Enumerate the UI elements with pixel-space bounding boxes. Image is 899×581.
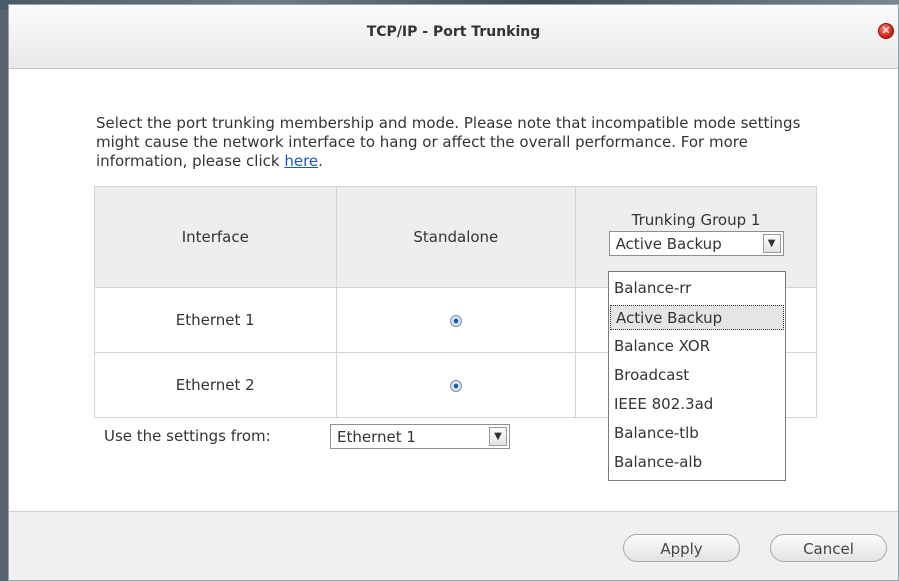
header-interface: Interface bbox=[94, 186, 337, 288]
trunking-mode-dropdown: Balance-rr Active Backup Balance XOR Bro… bbox=[608, 271, 786, 481]
mode-option[interactable]: Balance-alb bbox=[609, 450, 785, 475]
use-settings-value: Ethernet 1 bbox=[337, 428, 416, 446]
description-text: Select the port trunking membership and … bbox=[96, 114, 816, 171]
description-body: Select the port trunking membership and … bbox=[96, 114, 801, 170]
use-settings-select[interactable]: Ethernet 1 ▼ bbox=[330, 424, 510, 449]
dialog-titlebar: TCP/IP - Port Trunking ✕ bbox=[9, 5, 898, 69]
cancel-button[interactable]: Cancel bbox=[770, 534, 887, 562]
trunking-mode-value: Active Backup bbox=[615, 234, 722, 253]
dialog-footer: Apply Cancel bbox=[9, 511, 898, 580]
mode-option[interactable]: IEEE 802.3ad bbox=[609, 392, 785, 417]
mode-option-selected[interactable]: Active Backup bbox=[610, 305, 784, 330]
apply-button[interactable]: Apply bbox=[623, 534, 740, 562]
chevron-down-icon[interactable]: ▼ bbox=[762, 233, 781, 253]
row-interface: Ethernet 1 bbox=[94, 287, 337, 353]
standalone-radio[interactable] bbox=[449, 314, 462, 327]
mode-option[interactable]: Balance-tlb bbox=[609, 421, 785, 446]
row-interface: Ethernet 2 bbox=[94, 352, 337, 418]
mode-option[interactable]: Broadcast bbox=[609, 363, 785, 388]
use-settings-label: Use the settings from: bbox=[104, 427, 271, 445]
help-link[interactable]: here bbox=[284, 152, 318, 170]
trunking-group-label: Trunking Group 1 bbox=[631, 210, 761, 229]
dialog-title: TCP/IP - Port Trunking bbox=[366, 24, 541, 40]
chevron-down-icon[interactable]: ▼ bbox=[489, 427, 507, 446]
row-standalone bbox=[335, 352, 577, 418]
mode-option[interactable]: Balance-rr bbox=[609, 276, 785, 301]
trunking-mode-select[interactable]: Active Backup ▼ bbox=[608, 230, 784, 256]
standalone-radio[interactable] bbox=[449, 379, 462, 392]
close-icon[interactable]: ✕ bbox=[878, 23, 894, 39]
header-standalone: Standalone bbox=[335, 186, 577, 288]
mode-option[interactable]: Balance XOR bbox=[609, 334, 785, 359]
description-suffix: . bbox=[318, 152, 323, 170]
row-standalone bbox=[335, 287, 577, 353]
